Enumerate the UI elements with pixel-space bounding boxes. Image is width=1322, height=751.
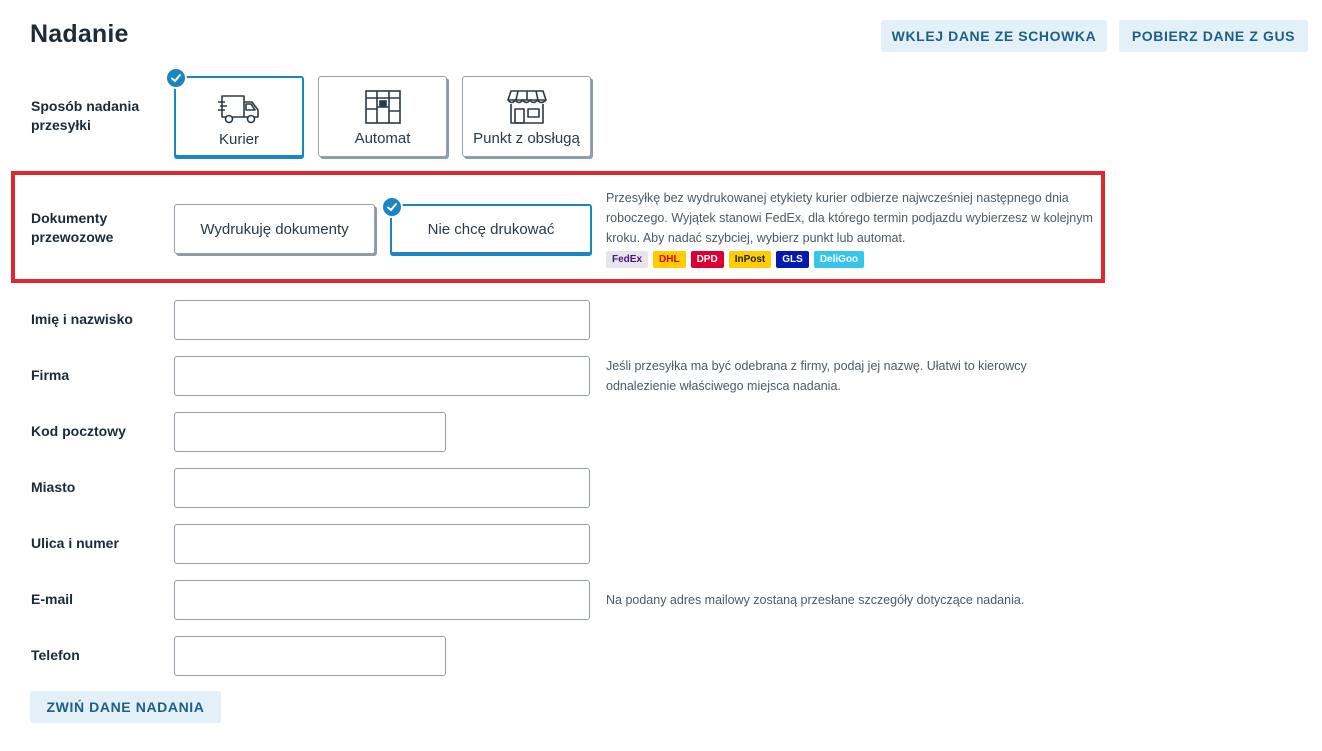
- deligoo-logo: DeliGoo: [813, 251, 865, 268]
- company-help-text: Jeśli przesyłka ma być odebrana z firmy,…: [606, 359, 1027, 393]
- courier-van-icon: [218, 95, 259, 124]
- email-field[interactable]: [174, 580, 590, 620]
- print-documents-button[interactable]: Wydrukuję dokumenty: [174, 204, 375, 254]
- gls-logo: GLS: [776, 251, 809, 268]
- method-label-service-point: Punkt z obsługą: [473, 130, 580, 147]
- city-field[interactable]: [174, 468, 590, 508]
- fedex-logo: FedEx: [606, 251, 649, 268]
- paste-from-clipboard-button[interactable]: WKLEJ DANE ZE SCHOWKA: [881, 20, 1107, 52]
- street-label: Ulica i numer: [31, 535, 119, 551]
- method-card-service-point[interactable]: Punkt z obsługą: [462, 76, 591, 157]
- method-label-courier: Kurier: [218, 131, 259, 148]
- collapse-shipping-data-button[interactable]: ZWIŃ DANE NADANIA: [30, 691, 221, 723]
- dhl-logo: DHL: [653, 251, 686, 268]
- no-print-button[interactable]: Nie chcę drukować: [390, 204, 592, 254]
- page-title: Nadanie: [30, 20, 129, 48]
- street-field[interactable]: [174, 524, 590, 564]
- inpost-logo: InPost: [728, 251, 772, 268]
- carrier-logos: FedEx DHL DPD InPost GLS DeliGoo: [606, 251, 865, 268]
- service-point-shop-icon: [506, 90, 547, 124]
- selected-check-icon: [165, 67, 187, 89]
- company-label: Firma: [31, 367, 70, 383]
- parcel-locker-icon: [364, 90, 401, 124]
- phone-label: Telefon: [31, 647, 80, 663]
- company-field[interactable]: [174, 356, 590, 396]
- postal-code-field[interactable]: [174, 412, 446, 452]
- fetch-gus-data-button[interactable]: POBIERZ DANE Z GUS: [1119, 20, 1308, 52]
- postal-code-label: Kod pocztowy: [31, 423, 126, 439]
- phone-field[interactable]: [174, 636, 446, 676]
- method-card-courier[interactable]: Kurier: [174, 76, 304, 157]
- selected-check-icon: [381, 196, 403, 218]
- shipping-method-label: Sposób nadania przesyłki: [31, 98, 140, 133]
- name-label: Imię i nazwisko: [31, 311, 133, 327]
- name-field[interactable]: [174, 300, 590, 340]
- email-help-text: Na podany adres mailowy zostaną przesłan…: [606, 593, 1025, 607]
- dpd-logo: DPD: [690, 251, 724, 268]
- documents-help-text: Przesyłkę bez wydrukowanej etykiety kuri…: [606, 191, 1093, 245]
- method-card-parcel-locker[interactable]: Automat: [318, 76, 447, 157]
- city-label: Miasto: [31, 479, 76, 495]
- documents-label: Dokumenty przewozowe: [31, 210, 114, 245]
- email-label: E-mail: [31, 591, 74, 607]
- method-label-parcel-locker: Automat: [354, 130, 411, 147]
